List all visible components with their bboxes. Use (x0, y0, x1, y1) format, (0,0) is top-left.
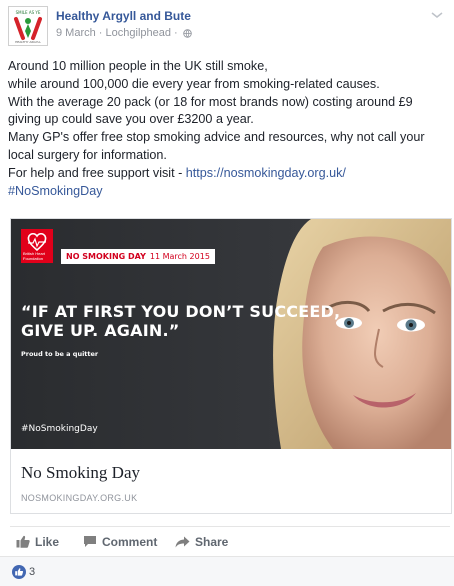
bhf-logo-text: British Heart Foundation (23, 251, 46, 261)
heart-icon (27, 232, 47, 252)
post-line: Many GP's offer free stop smoking advice… (8, 130, 425, 145)
badge-date: 11 March 2015 (149, 252, 210, 261)
meta-separator: · (95, 27, 106, 40)
svg-text:HEALTHY ARGYLL: HEALTHY ARGYLL (15, 40, 41, 44)
bhf-logo: British Heart Foundation (21, 229, 53, 263)
no-smoking-day-badge: NO SMOKING DAY 11 March 2015 (61, 249, 215, 264)
campaign-hashtag: #NoSmokingDay (21, 424, 98, 434)
hashtag-line: #NoSmokingDay (8, 183, 454, 201)
like-button[interactable]: Like (16, 527, 59, 557)
headline-line: “IF AT FIRST YOU DON’T SUCCEED, (21, 302, 341, 321)
post-line: local surgery for information. (8, 147, 167, 162)
hashtag-link[interactable]: #NoSmokingDay (8, 184, 103, 198)
post-line: giving up could save you over £3200 a ye… (8, 112, 254, 127)
nosmokingday-link[interactable]: https://nosmokingday.org.uk/ (186, 166, 346, 180)
comment-button[interactable]: Comment (83, 527, 157, 557)
share-button[interactable]: Share (175, 527, 228, 557)
help-text: For help and free support visit - (8, 165, 186, 180)
like-label: Like (35, 535, 60, 549)
svg-text:SMILE AS YE: SMILE AS YE (16, 10, 41, 15)
comment-label: Comment (102, 535, 158, 549)
post-header: SMILE AS YE HEALTHY ARGYLL Healthy Argyl… (8, 6, 448, 46)
link-card-title[interactable]: No Smoking Day (21, 463, 140, 483)
reactions-bar: 3 (0, 556, 454, 586)
chevron-down-icon[interactable] (430, 10, 444, 20)
globe-icon[interactable] (183, 28, 192, 38)
like-reaction-icon[interactable] (12, 565, 26, 579)
help-line: For help and free support visit - https:… (8, 165, 454, 183)
share-label: Share (195, 535, 229, 549)
campaign-image[interactable]: British Heart Foundation NO SMOKING DAY 1… (11, 219, 451, 449)
meta-separator: · (170, 27, 181, 40)
campaign-headline: “IF AT FIRST YOU DON’T SUCCEED, GIVE UP.… (21, 302, 341, 340)
badge-title: NO SMOKING DAY (66, 252, 146, 261)
link-preview-card[interactable]: British Heart Foundation NO SMOKING DAY 1… (10, 218, 452, 514)
facebook-post: SMILE AS YE HEALTHY ARGYLL Healthy Argyl… (0, 0, 454, 586)
link-card-domain: NOSMOKINGDAY.ORG.UK (21, 493, 138, 503)
comment-icon (84, 536, 96, 548)
post-location[interactable]: Lochgilphead (106, 27, 171, 39)
post-actions-bar: Like Comment Share (10, 526, 450, 556)
page-avatar[interactable]: SMILE AS YE HEALTHY ARGYLL (8, 6, 48, 46)
share-arrow-icon (175, 536, 190, 548)
post-line: Around 10 million people in the UK still… (8, 59, 268, 73)
post-date[interactable]: 9 March (56, 27, 96, 39)
thumbs-up-icon (16, 536, 30, 549)
page-name-link[interactable]: Healthy Argyll and Bute (56, 9, 191, 23)
healthy-argyll-logo-icon: SMILE AS YE HEALTHY ARGYLL (9, 7, 47, 45)
post-line: while around 100,000 die every year from… (8, 76, 380, 91)
headline-line: GIVE UP. AGAIN.” (21, 321, 180, 340)
post-body: Around 10 million people in the UK still… (8, 58, 454, 200)
campaign-tagline: Proud to be a quitter (21, 350, 99, 358)
post-meta: 9 March · Lochgilphead · (56, 27, 192, 39)
reaction-count[interactable]: 3 (29, 565, 35, 579)
post-line: With the average 20 pack (or 18 for most… (8, 94, 413, 109)
